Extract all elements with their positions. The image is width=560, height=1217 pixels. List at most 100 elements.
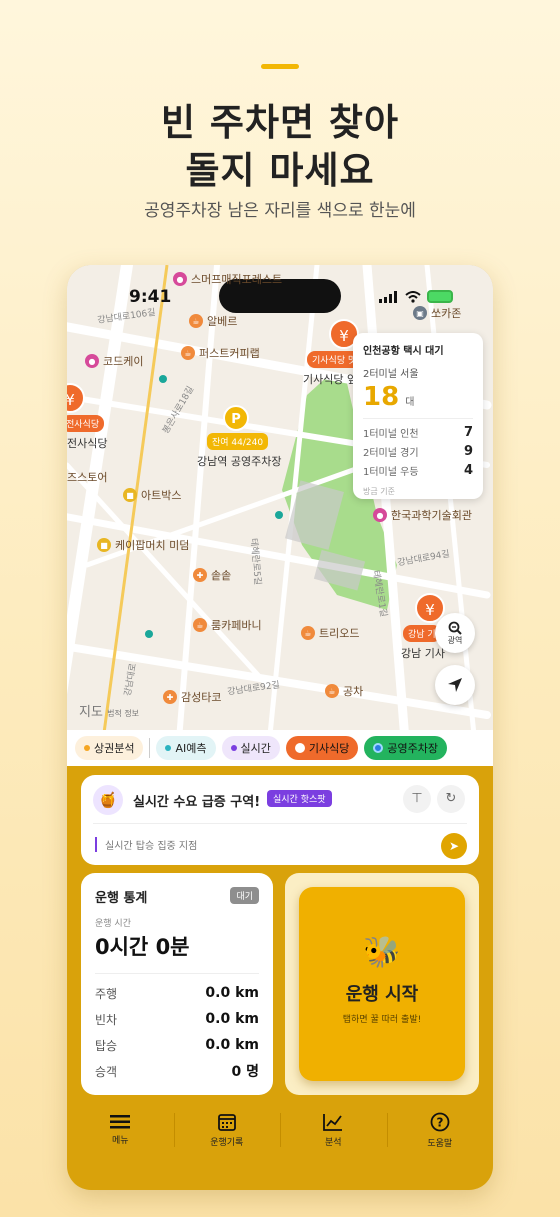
food-icon: ✚: [193, 568, 207, 582]
car-icon: ▣: [413, 306, 427, 320]
battery-icon: [427, 290, 453, 303]
chip-market-analysis[interactable]: 상권분석: [75, 736, 144, 760]
airport-taxi-card[interactable]: 인천공항 택시 대기 2터미널 서울 18 대 1터미널 인천 7 2터미널 경기…: [353, 333, 483, 499]
map-view[interactable]: 9:41 ● 스머프매직포레스트 ☕ 알베르 ☕ 퍼스트커피랩 ● 코드케이 ▣ 쏘카존 …: [67, 265, 493, 765]
parking-marker[interactable]: P: [223, 405, 249, 431]
transit-dot: [275, 511, 283, 519]
chart-icon: [323, 1113, 343, 1131]
cafe-icon: ☕: [301, 626, 315, 640]
bottom-tab-bar: 메뉴 운행기록 분석 ? 도움말: [67, 1105, 493, 1155]
restaurant-name: 기사식당 앞: [303, 373, 358, 386]
poi-marker[interactable]: ☕ 공차: [325, 683, 363, 699]
shop-icon: ■: [97, 538, 111, 552]
poi-marker[interactable]: ■ 아트박스: [123, 487, 181, 503]
driving-stats-card: 운행 통계 대기 운행 시간 0시간 0분 주행 0.0 km 빈차 0.0 km …: [81, 873, 273, 1095]
tab-menu[interactable]: 메뉴: [67, 1105, 174, 1155]
start-panel: 🐝 운행 시작 탭하면 꿀 따러 출발!: [285, 873, 479, 1095]
start-title: 운행 시작: [345, 984, 419, 1005]
subheadline: 공영주차장 남은 자리를 색으로 한눈에: [144, 201, 416, 221]
divider: [363, 418, 473, 419]
signal-icon: [379, 290, 399, 303]
poi-marker[interactable]: ☕ 룸카페바니: [193, 617, 262, 633]
poi-marker[interactable]: 즈스토어: [67, 469, 107, 485]
svg-text:?: ?: [436, 1115, 443, 1129]
airport-row: 1터미널 우등 4: [363, 463, 473, 478]
refresh-icon: ↻: [445, 791, 457, 806]
airport-wait-count: 18: [363, 382, 400, 412]
alert-title: 실시간 수요 급증 구역!: [133, 795, 261, 810]
restaurant-tag: 전사식당: [67, 415, 105, 432]
wifi-icon: [405, 290, 421, 303]
poi-marker[interactable]: ● 한국과학기술회관: [373, 507, 472, 523]
chip-driver-restaurant[interactable]: 기사식당: [285, 736, 359, 760]
poi-marker[interactable]: ✚ 감성타코: [163, 689, 221, 705]
airport-card-title: 인천공항 택시 대기: [363, 346, 444, 357]
restaurant-name: 강남 기사: [401, 647, 445, 660]
poi-marker[interactable]: ● 코드케이: [85, 353, 143, 369]
airport-row: 2터미널 경기 9: [363, 444, 473, 459]
map-attribution: 지도 법적 정보: [79, 705, 140, 720]
status-time: 9:41: [129, 287, 172, 307]
stats-row: 주행 0.0 km: [95, 985, 259, 1001]
stats-row: 빈차 0.0 km: [95, 1011, 259, 1027]
chip-dot-icon: [165, 745, 172, 751]
start-driving-button[interactable]: 🐝 운행 시작 탭하면 꿀 따러 출발!: [299, 887, 465, 1081]
alert-hint: 실시간 탑승 집중 지점: [95, 837, 197, 852]
hotspot-badge: 실시간 핫스팟: [267, 790, 332, 807]
parking-availability: 잔여 44/240: [207, 433, 269, 450]
divider: [93, 823, 467, 824]
zoom-icon: [448, 621, 462, 635]
honey-jar-icon: 🍯: [93, 785, 123, 815]
pin-icon: ●: [173, 272, 187, 286]
cafe-icon: ☕: [181, 346, 195, 360]
start-subtitle: 탭하면 꿀 따러 출발!: [342, 1015, 422, 1025]
pin-button[interactable]: ⊤: [403, 785, 431, 813]
hotspot-alert-card[interactable]: 🍯 실시간 수요 급증 구역! 실시간 핫스팟 ⊤ ↻ 실시간 탑승 집중 지점…: [81, 775, 479, 865]
restaurant-name: 전사식당: [67, 437, 108, 450]
driving-time-label: 운행 시간: [95, 919, 131, 929]
refresh-button[interactable]: ↻: [437, 785, 465, 813]
poi-marker[interactable]: ☕ 트리오드: [301, 625, 359, 641]
poi-marker[interactable]: ☕ 퍼스트커피랩: [181, 345, 260, 361]
poi-marker[interactable]: ✚ 솥솥: [193, 567, 231, 583]
stats-row: 승객 0 명: [95, 1064, 259, 1080]
poi-marker[interactable]: ☕ 알베르: [189, 313, 237, 329]
cafe-icon: ☕: [193, 618, 207, 632]
chip-ai-prediction[interactable]: AI예측: [156, 736, 216, 760]
filter-chip-bar: 상권분석 AI예측 실시간 기사식당 공영주차장: [67, 730, 493, 766]
navigate-button[interactable]: ➤: [441, 833, 467, 859]
fork-knife-icon: ¥: [339, 327, 349, 345]
location-arrow-icon: [448, 678, 462, 692]
fork-knife-icon: ¥: [425, 601, 435, 619]
pin-icon: ●: [85, 354, 99, 368]
parking-dot-icon: [373, 743, 384, 753]
shop-icon: ■: [123, 488, 137, 502]
plate-icon: [294, 743, 305, 753]
accent-bar: [261, 64, 299, 69]
my-location-button[interactable]: [435, 665, 475, 705]
bee-icon: 🐝: [363, 935, 401, 970]
transit-dot: [145, 630, 153, 638]
poi-marker[interactable]: ▣ 쏘카존: [413, 305, 461, 321]
transit-dot: [159, 375, 167, 383]
pin-icon: ●: [373, 508, 387, 522]
tab-driving-log[interactable]: 운행기록: [173, 1105, 281, 1155]
cafe-icon: ☕: [325, 684, 339, 698]
driving-time-value: 0시간 0분: [95, 935, 190, 959]
airport-row: 1터미널 인천 7: [363, 425, 473, 440]
chip-realtime[interactable]: 실시간: [221, 736, 280, 760]
poi-marker[interactable]: ● 스머프매직포레스트: [173, 271, 282, 287]
chip-public-parking[interactable]: 공영주차장: [364, 736, 447, 760]
status-badge: 대기: [230, 887, 259, 904]
zoom-region-button[interactable]: 광역: [435, 613, 475, 653]
zoom-label: 광역: [447, 635, 463, 645]
pin-icon: ⊤: [411, 791, 423, 806]
cafe-icon: ☕: [189, 314, 203, 328]
chip-dot-icon: [230, 745, 237, 751]
phone-frame: 9:41 ● 스머프매직포레스트 ☕ 알베르 ☕ 퍼스트커피랩 ● 코드케이 ▣ 쏘카존 …: [67, 265, 493, 1190]
tab-help[interactable]: ? 도움말: [386, 1105, 494, 1155]
poi-marker[interactable]: ■ 케이팝머치 미덤: [97, 537, 189, 553]
airport-card-footer: 방금 기준: [363, 487, 395, 496]
divider: [95, 973, 259, 974]
tab-analysis[interactable]: 분석: [280, 1105, 387, 1155]
